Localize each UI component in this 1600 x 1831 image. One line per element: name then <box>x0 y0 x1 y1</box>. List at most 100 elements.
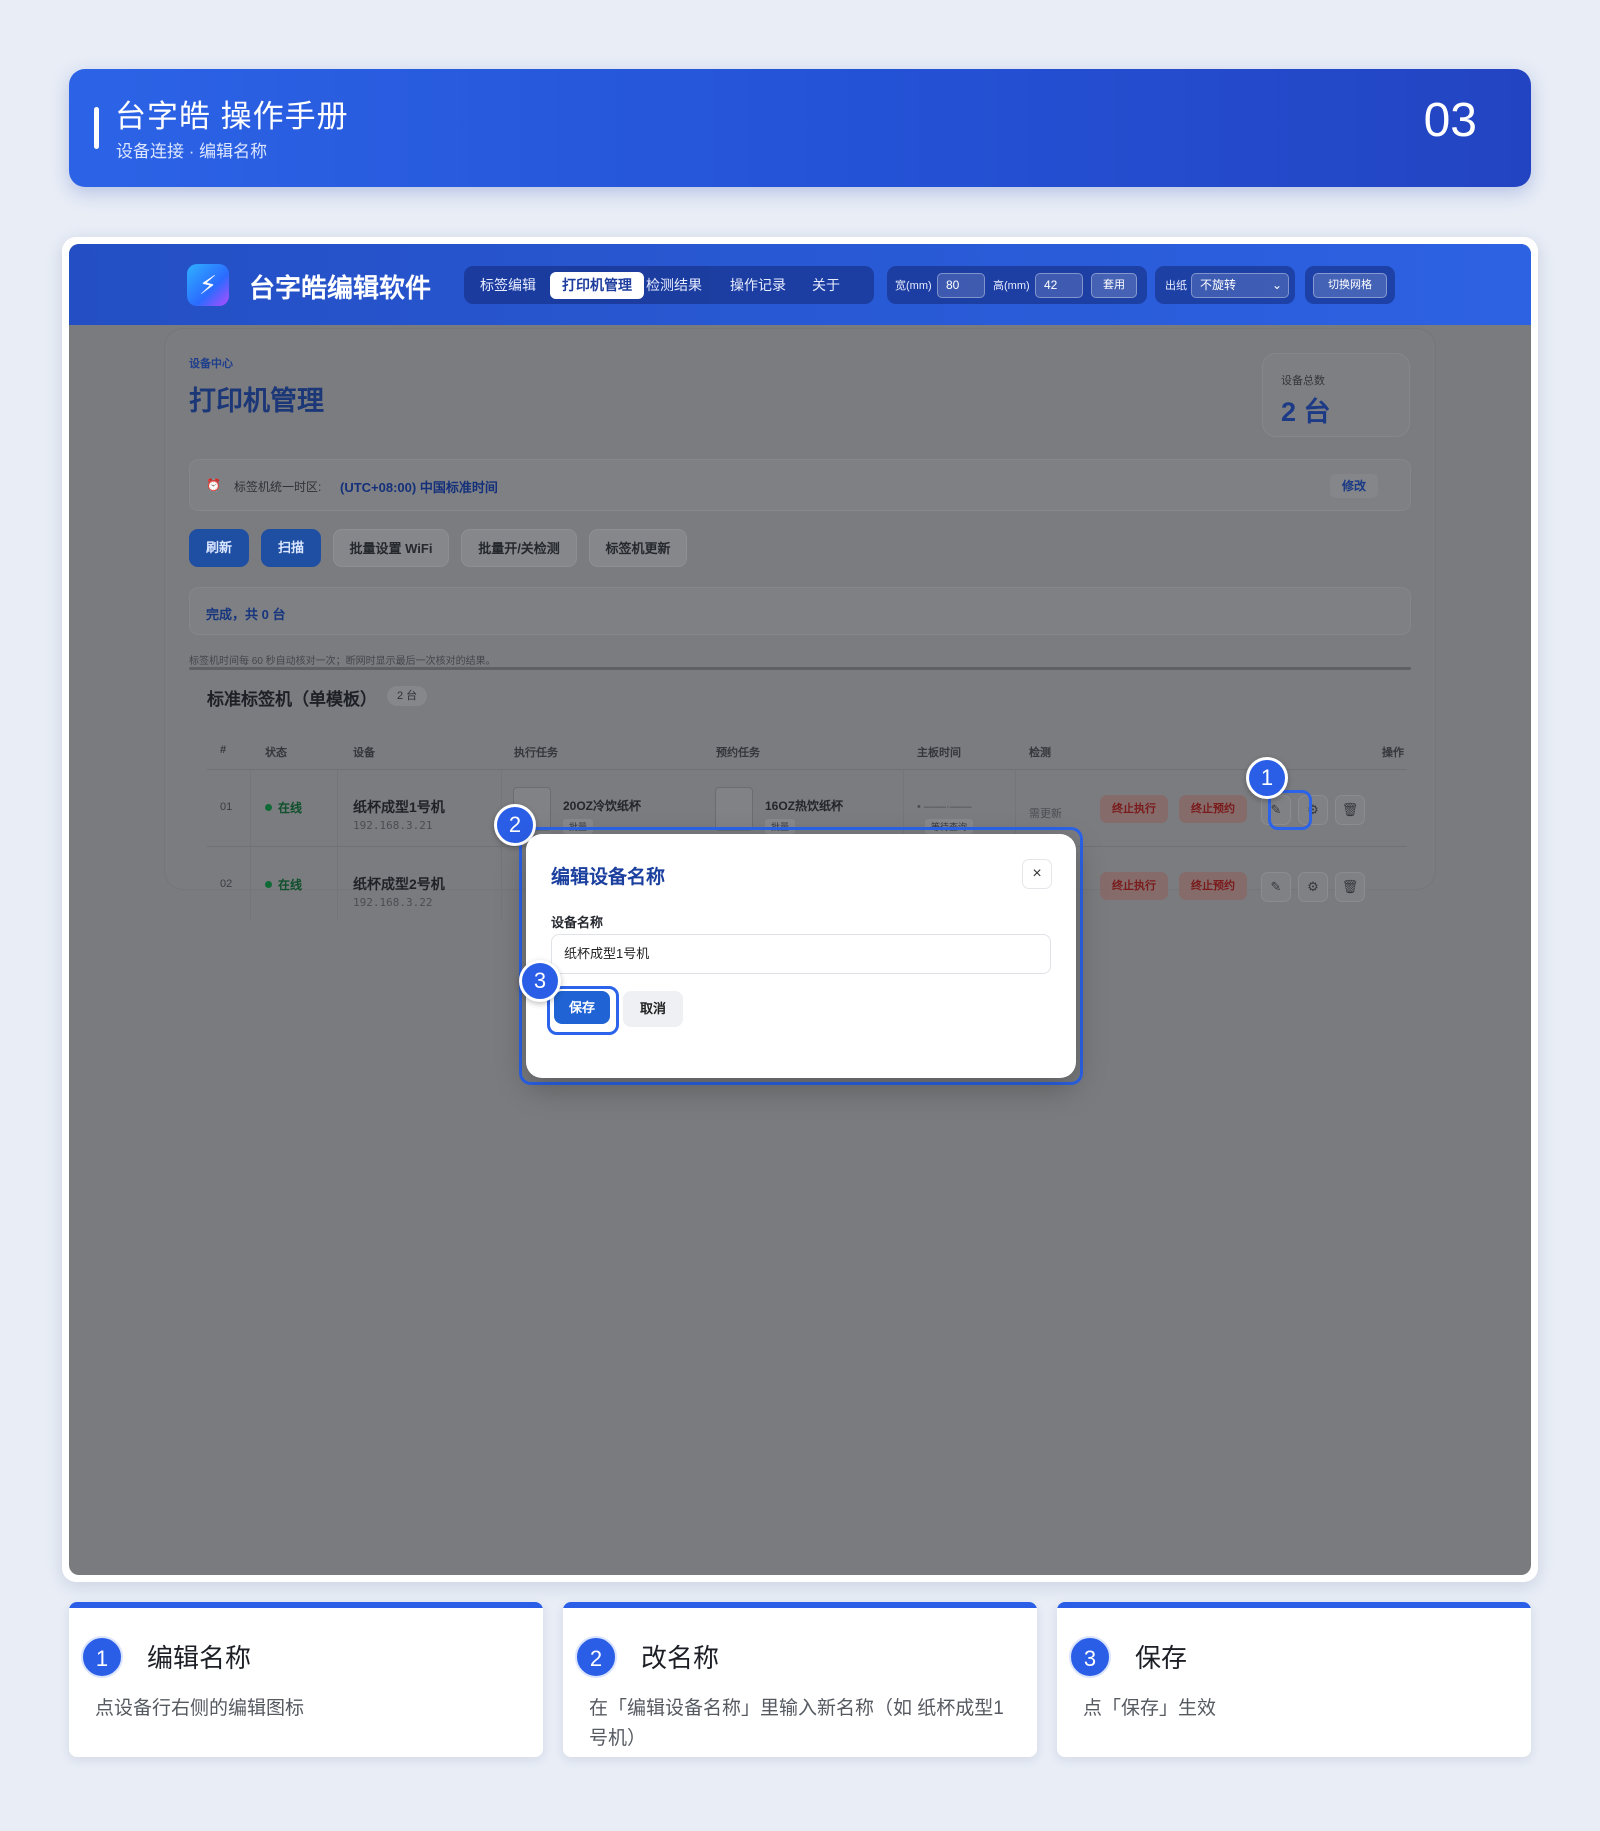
paper-out-control: 出纸 不旋转 ⌄ <box>1155 266 1295 304</box>
save-button-highlight <box>547 986 619 1035</box>
step-number: 3 <box>1069 1636 1111 1678</box>
board-time-dash: • ——·—— <box>917 801 972 813</box>
row-index: 02 <box>220 878 233 890</box>
page-number: 03 <box>1423 94 1477 147</box>
th-detect: 检测 <box>1029 747 1051 759</box>
app-name: 台字皓编辑软件 <box>249 273 432 303</box>
th-actions: 操作 <box>1382 747 1404 759</box>
section-title: 标准标签机（单模板） <box>207 690 377 709</box>
lightning-bolt-icon: ⚡ <box>187 264 229 306</box>
callout-3: 3 <box>519 960 561 1002</box>
manual-title: 台字皓 操作手册 <box>115 99 349 134</box>
timezone-value: (UTC+08:00) 中国标准时间 <box>340 480 498 495</box>
header-accent-bar <box>94 107 99 149</box>
edit-icon[interactable]: ✎ <box>1261 872 1291 902</box>
close-icon[interactable]: × <box>1022 859 1052 889</box>
status-text: 在线 <box>278 801 303 815</box>
reserve-task-name: 16OZ热饮纸杯 <box>765 799 844 813</box>
section-count-badge: 2 台 <box>387 686 428 706</box>
toggle-grid-button[interactable]: 切换网格 <box>1313 273 1387 298</box>
device-ip: 192.168.3.21 <box>353 819 433 832</box>
size-controls: 宽(mm) 80 高(mm) 42 套用 <box>887 266 1147 304</box>
scan-button[interactable]: 扫描 <box>261 529 321 567</box>
timezone-label: 标签机统一时区: <box>234 480 322 494</box>
tab-about[interactable]: 关于 <box>800 272 852 299</box>
width-input[interactable]: 80 <box>937 273 985 298</box>
device-name: 纸杯成型1号机 <box>353 799 445 815</box>
stop-reserve-button[interactable]: 终止预约 <box>1179 872 1247 900</box>
th-exec-task: 执行任务 <box>514 747 558 759</box>
step-description: 在「编辑设备名称」里输入新名称（如 纸杯成型1号机） <box>589 1698 1004 1749</box>
step-accent-line <box>69 1602 543 1608</box>
step-title: 改名称 <box>641 1643 720 1673</box>
main-nav: 标签编辑 打印机管理 检测结果 操作记录 关于 <box>464 266 874 304</box>
gear-icon[interactable]: ⚙ <box>1298 872 1328 902</box>
column-divider <box>501 770 502 920</box>
row-index: 01 <box>220 801 233 813</box>
callout-1: 1 <box>1246 757 1288 799</box>
app-topbar: ⚡ 台字皓编辑软件 标签编辑 打印机管理 检测结果 操作记录 关于 宽(mm) … <box>69 244 1531 325</box>
sync-note: 标签机时间每 60 秒自动核对一次；断网时显示最后一次核对的结果。 <box>189 656 496 667</box>
tab-label-edit[interactable]: 标签编辑 <box>468 272 548 299</box>
height-input[interactable]: 42 <box>1035 273 1083 298</box>
refresh-button[interactable]: 刷新 <box>189 529 249 567</box>
height-label: 高(mm) <box>993 280 1030 292</box>
tab-operation-log[interactable]: 操作记录 <box>718 272 798 299</box>
device-ip: 192.168.3.22 <box>353 896 433 909</box>
dialog-title: 编辑设备名称 <box>551 867 666 888</box>
step-card-1: 1 编辑名称 点设备行右侧的编辑图标 <box>69 1602 543 1757</box>
apply-size-button[interactable]: 套用 <box>1091 273 1137 298</box>
step-accent-line <box>563 1602 1037 1608</box>
device-name: 纸杯成型2号机 <box>353 876 445 892</box>
app-screen: ⚡ 台字皓编辑软件 标签编辑 打印机管理 检测结果 操作记录 关于 宽(mm) … <box>69 244 1531 1575</box>
grid-toggle-group: 切换网格 <box>1305 266 1395 304</box>
tab-detection-results[interactable]: 检测结果 <box>634 272 714 299</box>
paper-out-label: 出纸 <box>1165 280 1187 292</box>
label-machine-update-button[interactable]: 标签机更新 <box>589 529 687 567</box>
online-dot-icon <box>265 804 272 811</box>
column-divider <box>250 770 251 920</box>
stop-exec-button[interactable]: 终止执行 <box>1100 872 1168 900</box>
detect-status: 需更新 <box>1029 808 1062 820</box>
cancel-button[interactable]: 取消 <box>623 991 683 1027</box>
stop-reserve-button[interactable]: 终止预约 <box>1179 795 1247 823</box>
paper-out-select[interactable]: 不旋转 ⌄ <box>1191 273 1289 298</box>
page-eyebrow: 设备中心 <box>189 358 233 370</box>
chevron-down-icon: ⌄ <box>1271 278 1282 292</box>
printer-management-card: 设备中心 打印机管理 设备总数 2 台 ⏰ 标签机统一时区: (UTC+08:0… <box>165 329 1435 920</box>
step-number: 2 <box>575 1636 617 1678</box>
edit-timezone-button[interactable]: 修改 <box>1330 474 1378 498</box>
step-description: 点设备行右侧的编辑图标 <box>95 1698 305 1719</box>
divider <box>189 667 1411 670</box>
timezone-bar: ⏰ 标签机统一时区: (UTC+08:00) 中国标准时间 修改 <box>189 459 1411 511</box>
status-badge: 在线 <box>265 876 302 893</box>
status-badge: 在线 <box>265 799 302 816</box>
scan-status-text: 完成，共 0 台 <box>206 607 286 622</box>
tab-printer-management[interactable]: 打印机管理 <box>550 272 644 299</box>
device-count-card: 设备总数 2 台 <box>1262 353 1410 437</box>
step-title: 编辑名称 <box>147 1643 252 1673</box>
device-name-input[interactable]: 纸杯成型1号机 <box>551 934 1051 974</box>
trash-icon[interactable]: 🗑 <box>1335 872 1365 902</box>
manual-subtitle: 设备连接 · 编辑名称 <box>116 142 268 161</box>
manual-header: 台字皓 操作手册 设备连接 · 编辑名称 03 <box>69 69 1531 187</box>
table-header-divider <box>207 769 1407 770</box>
column-divider <box>337 770 338 920</box>
width-label: 宽(mm) <box>895 280 932 292</box>
trash-icon[interactable]: 🗑 <box>1335 795 1365 825</box>
step-card-2: 2 改名称 在「编辑设备名称」里输入新名称（如 纸杯成型1号机） <box>563 1602 1037 1757</box>
paper-out-value: 不旋转 <box>1200 278 1237 292</box>
alarm-clock-icon: ⏰ <box>206 478 221 492</box>
edit-device-name-dialog: 编辑设备名称 × 设备名称 纸杯成型1号机 保存 取消 <box>526 834 1076 1078</box>
stop-exec-button[interactable]: 终止执行 <box>1100 795 1168 823</box>
device-count-value: 2 台 <box>1281 397 1331 427</box>
task-thumbnail <box>715 787 753 831</box>
batch-detect-toggle-button[interactable]: 批量开/关检测 <box>461 529 577 567</box>
step-number: 1 <box>81 1636 123 1678</box>
status-text: 在线 <box>278 878 303 892</box>
exec-task-name: 20OZ冷饮纸杯 <box>563 799 642 813</box>
device-name-label: 设备名称 <box>551 915 604 930</box>
batch-wifi-button[interactable]: 批量设置 WiFi <box>333 529 449 567</box>
th-device: 设备 <box>353 747 375 759</box>
step-description: 点「保存」生效 <box>1083 1698 1217 1719</box>
